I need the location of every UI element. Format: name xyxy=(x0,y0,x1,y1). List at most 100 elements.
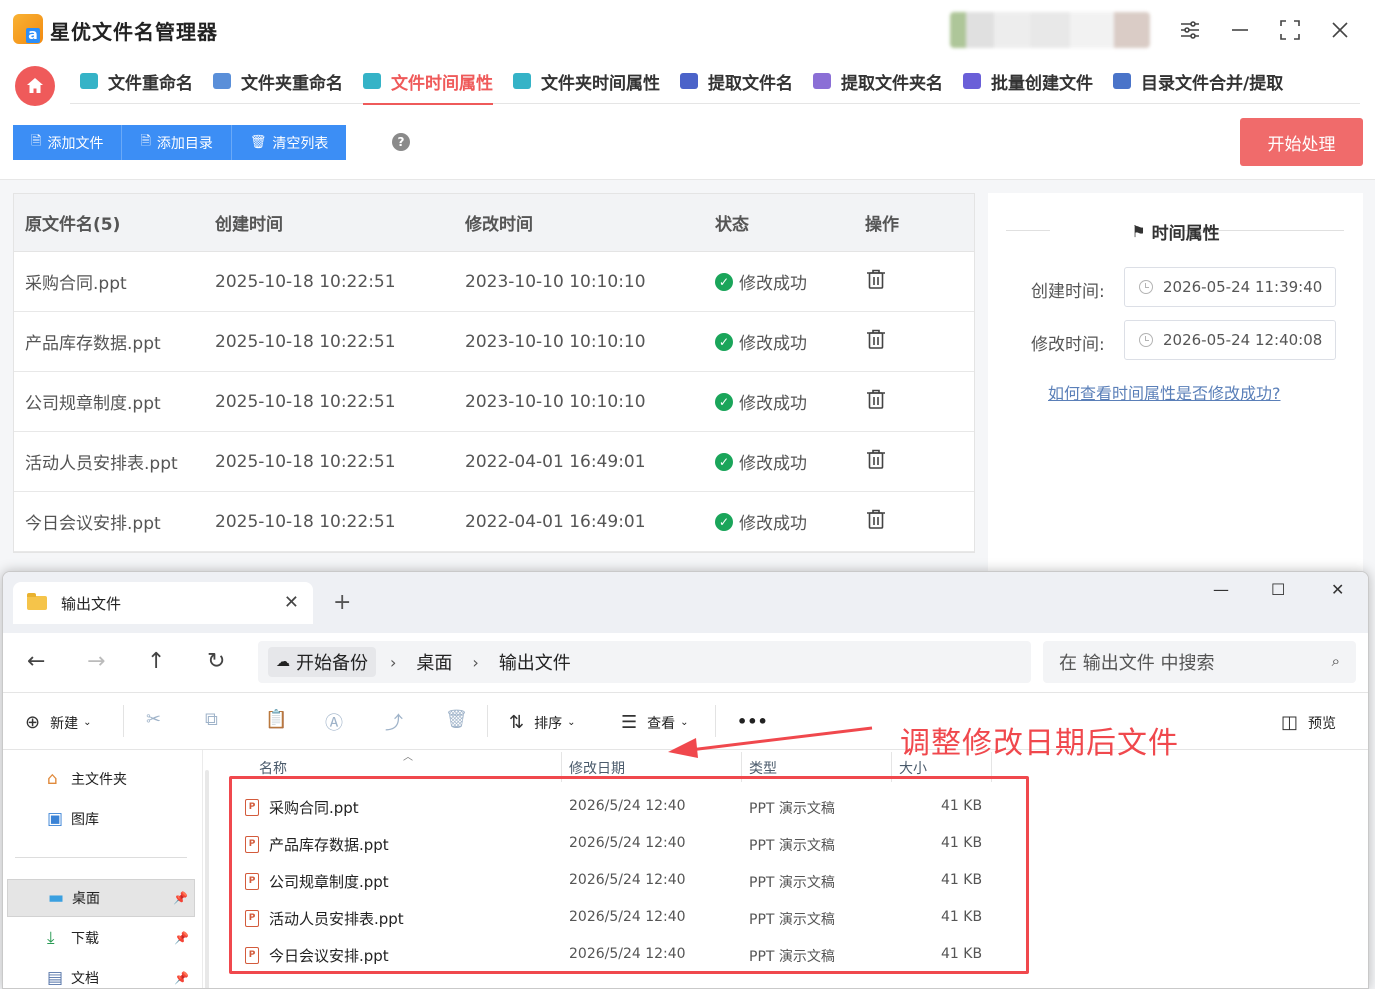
created-time-input[interactable]: 2026-05-24 11:39:40 xyxy=(1124,267,1336,307)
file-icon: 🗎 xyxy=(140,133,151,149)
divider xyxy=(123,705,124,737)
table-body: 采购合同.ppt 2025-10-18 10:22:51 2023-10-10 10… xyxy=(14,252,974,552)
back-arrow-icon[interactable]: ← xyxy=(27,649,45,674)
cell-modified: 2023-10-10 10:10:10 xyxy=(465,391,646,412)
sidebar-scrollbar[interactable] xyxy=(205,770,209,988)
cell-created: 2025-10-18 10:22:51 xyxy=(215,511,396,532)
clear-list-button[interactable]: 🗑 清空列表 xyxy=(231,125,347,160)
folder-time-icon xyxy=(513,73,531,89)
add-file-button[interactable]: 🗎 添加文件 xyxy=(13,125,123,160)
trash-icon xyxy=(867,329,885,349)
table-row[interactable]: 活动人员安排表.ppt 2025-10-18 10:22:51 2022-04-01… xyxy=(14,432,974,492)
breadcrumb-output[interactable]: 输出文件 xyxy=(499,649,571,675)
col-name[interactable]: 名称 xyxy=(259,758,287,778)
tab-batch-create[interactable]: 批量创建文件 xyxy=(953,58,1103,104)
sidebar-item-gallery[interactable]: ▣ 图库 xyxy=(7,800,195,838)
tab-merge-extract[interactable]: 目录文件合并/提取 xyxy=(1103,58,1293,104)
trash-icon xyxy=(867,449,885,469)
tab-file-time[interactable]: 文件时间属性 xyxy=(353,58,503,105)
forward-arrow-icon[interactable]: → xyxy=(87,649,105,674)
sidebar-item-desktop[interactable]: ▬ 桌面 📌 xyxy=(7,879,195,917)
pin-icon[interactable]: 📌 xyxy=(174,931,189,945)
preview-button[interactable]: ◫ 预览 xyxy=(1281,712,1336,733)
delete-row-button[interactable] xyxy=(865,328,965,355)
cell-created: 2025-10-18 10:22:51 xyxy=(215,271,396,292)
settings-sliders-icon[interactable] xyxy=(1176,16,1204,44)
new-button[interactable]: ⊕ 新建 ⌄ xyxy=(25,712,91,733)
col-date-modified[interactable]: 修改日期 xyxy=(569,758,625,778)
check-circle-icon: ✓ xyxy=(715,332,733,351)
col-action: 操作 xyxy=(865,215,899,235)
table-row[interactable]: 今日会议安排.ppt 2025-10-18 10:22:51 2022-04-01 … xyxy=(14,492,974,552)
chevron-right-icon: › xyxy=(472,652,479,672)
sort-button[interactable]: ⇅ 排序 ⌄ xyxy=(509,712,575,733)
status-text: 修改成功 xyxy=(739,334,807,354)
maximize-icon[interactable] xyxy=(1276,16,1304,44)
delete-row-button[interactable] xyxy=(865,508,965,535)
trash-icon xyxy=(867,269,885,289)
start-processing-button[interactable]: 开始处理 xyxy=(1240,118,1363,166)
sidebar-item-label: 主文件夹 xyxy=(71,772,127,788)
refresh-icon[interactable]: ↻ xyxy=(207,649,225,674)
cell-modified: 2022-04-01 16:49:01 xyxy=(465,511,646,532)
annotation-arrow xyxy=(668,726,873,758)
pin-icon[interactable]: 📌 xyxy=(173,891,188,905)
help-link[interactable]: 如何查看时间属性是否修改成功? xyxy=(1048,380,1281,404)
new-label: 新建 xyxy=(50,715,79,732)
divider xyxy=(15,857,187,858)
tab-folder-rename[interactable]: 文件夹重命名 xyxy=(203,58,353,104)
tab-close-icon[interactable]: ✕ xyxy=(284,592,299,613)
rename-icon[interactable]: Ⓐ xyxy=(325,709,343,735)
sidebar-item-documents[interactable]: ▤ 文档 📌 xyxy=(7,959,195,988)
paste-icon[interactable]: 📋 xyxy=(265,709,287,730)
batch-create-icon xyxy=(963,73,981,89)
add-directory-button[interactable]: 🗎 添加目录 xyxy=(122,125,232,160)
preview-label: 预览 xyxy=(1308,715,1337,732)
tab-extract-filename[interactable]: 提取文件名 xyxy=(670,58,803,104)
maximize-icon[interactable]: ☐ xyxy=(1271,580,1285,599)
file-time-icon xyxy=(363,73,381,89)
share-icon[interactable]: ⤴ xyxy=(385,709,403,735)
modified-time-input[interactable]: 2026-05-24 12:40:08 xyxy=(1124,320,1336,360)
extract-folder-icon xyxy=(813,73,831,89)
new-tab-button[interactable]: + xyxy=(333,590,351,615)
minimize-icon[interactable]: — xyxy=(1213,580,1229,599)
tab-file-rename[interactable]: 文件重命名 xyxy=(70,58,203,104)
delete-row-button[interactable] xyxy=(865,448,965,475)
delete-row-button[interactable] xyxy=(865,388,965,415)
explorer-tab[interactable]: 输出文件 ✕ xyxy=(13,582,313,624)
tab-label: 文件重命名 xyxy=(108,73,193,94)
cell-created: 2025-10-18 10:22:51 xyxy=(215,391,396,412)
tab-label: 文件夹时间属性 xyxy=(541,73,660,94)
help-icon[interactable]: ? xyxy=(392,133,410,151)
tab-label: 提取文件夹名 xyxy=(841,73,943,94)
breadcrumb-root[interactable]: ☁ 开始备份 xyxy=(268,647,376,677)
address-bar[interactable]: ☁ 开始备份 › 桌面 › 输出文件 xyxy=(258,641,1031,683)
tab-folder-time[interactable]: 文件夹时间属性 xyxy=(503,58,670,104)
table-row[interactable]: 采购合同.ppt 2025-10-18 10:22:51 2023-10-10 10… xyxy=(14,252,974,312)
sidebar-item-downloads[interactable]: ⤓ 下载 📌 xyxy=(7,919,195,957)
cell-filename: 采购合同.ppt xyxy=(25,274,127,294)
breadcrumb-desktop[interactable]: 桌面 xyxy=(416,649,452,675)
sidebar-item-home[interactable]: ⌂ 主文件夹 xyxy=(7,760,195,798)
table-row[interactable]: 产品库存数据.ppt 2025-10-18 10:22:51 2023-10-10 … xyxy=(14,312,974,372)
delete-row-button[interactable] xyxy=(865,268,965,295)
copy-icon[interactable]: ⧉ xyxy=(205,709,218,730)
close-icon[interactable]: ✕ xyxy=(1331,580,1344,599)
close-icon[interactable] xyxy=(1326,16,1354,44)
tab-extract-foldername[interactable]: 提取文件夹名 xyxy=(803,58,953,104)
delete-icon[interactable]: 🗑 xyxy=(445,709,468,730)
search-input[interactable]: 在 输出文件 中搜索 ⌕ xyxy=(1043,641,1356,683)
user-avatar[interactable] xyxy=(950,12,1150,48)
chevron-down-icon: ⌄ xyxy=(567,717,576,728)
up-arrow-icon[interactable]: ↑ xyxy=(147,649,165,674)
cell-filename: 产品库存数据.ppt xyxy=(25,334,161,354)
pin-icon[interactable]: 📌 xyxy=(174,971,189,985)
minimize-icon[interactable] xyxy=(1226,16,1254,44)
col-status: 状态 xyxy=(715,215,749,235)
trash-icon xyxy=(867,509,885,529)
cell-filename: 活动人员安排表.ppt xyxy=(25,454,178,474)
table-row[interactable]: 公司规章制度.ppt 2025-10-18 10:22:51 2023-10-10 … xyxy=(14,372,974,432)
home-button[interactable] xyxy=(15,66,55,106)
cut-icon[interactable]: ✂ xyxy=(146,709,161,730)
